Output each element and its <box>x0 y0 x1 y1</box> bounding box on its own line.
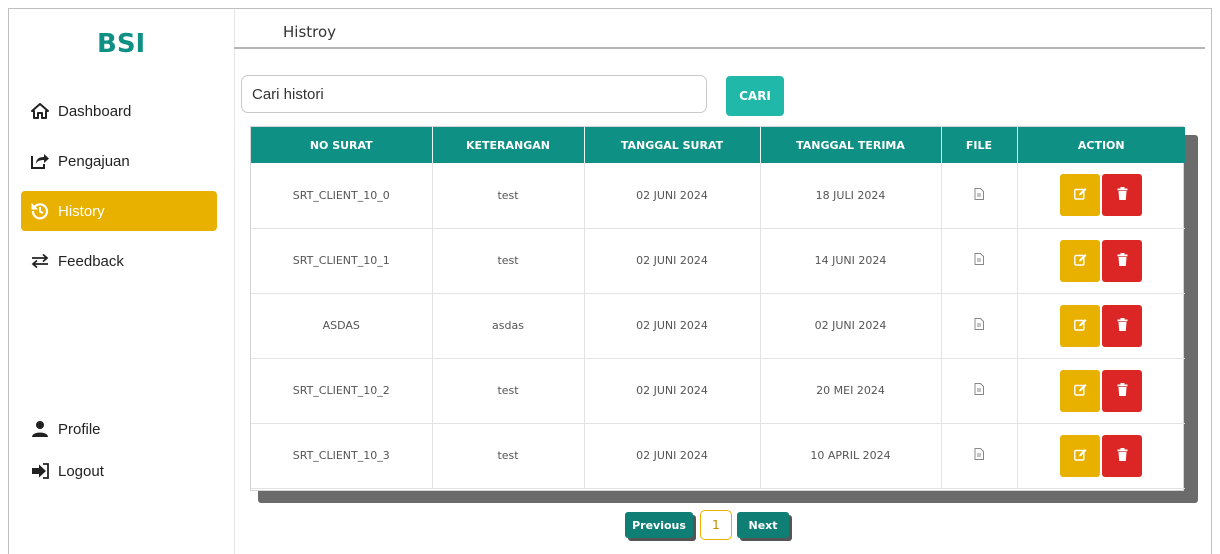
column-header-tanggal-surat: TANGGAL SURAT <box>584 127 761 163</box>
logout-icon <box>29 462 51 480</box>
cell-tanggal-terima: 18 JULI 2024 <box>760 163 942 229</box>
sidebar-item-label: Feedback <box>58 252 124 270</box>
column-header-no-surat: NO SURAT <box>251 127 433 163</box>
sidebar-item-label: Profile <box>58 420 101 438</box>
delete-button[interactable] <box>1102 304 1143 347</box>
search-input[interactable] <box>241 75 707 113</box>
cell-action <box>1017 293 1185 359</box>
cell-no-surat: SRT_CLIENT_10_3 <box>251 423 433 489</box>
table-row: SRT_CLIENT_10_0 test 02 JUNI 2024 18 JULI 2… <box>251 163 1185 229</box>
header-divider <box>234 47 1205 49</box>
cell-keterangan: test <box>432 228 585 294</box>
cell-tanggal-terima: 14 JUNI 2024 <box>760 228 942 294</box>
edit-icon <box>1073 448 1087 464</box>
brand-logo: BSI <box>97 29 146 59</box>
table-body: SRT_CLIENT_10_0 test 02 JUNI 2024 18 JULI 2… <box>251 163 1185 489</box>
sidebar-item-dashboard[interactable]: Dashboard <box>21 91 217 131</box>
home-icon <box>29 102 51 120</box>
file-icon[interactable] <box>974 383 984 395</box>
edit-icon <box>1073 253 1087 269</box>
delete-button[interactable] <box>1102 369 1143 412</box>
cell-no-surat: ASDAS <box>251 293 433 359</box>
history-table: NO SURAT KETERANGAN TANGGAL SURAT TANGGA… <box>250 126 1185 491</box>
file-icon[interactable] <box>974 448 984 460</box>
cell-no-surat: SRT_CLIENT_10_0 <box>251 163 433 229</box>
cell-tanggal-surat: 02 JUNI 2024 <box>584 423 761 489</box>
cell-file <box>941 423 1018 489</box>
table-row: SRT_CLIENT_10_3 test 02 JUNI 2024 10 APRIL … <box>251 423 1185 489</box>
cell-action <box>1017 423 1185 489</box>
table-row: ASDAS asdas 02 JUNI 2024 02 JUNI 2024 <box>251 293 1185 359</box>
cell-no-surat: SRT_CLIENT_10_2 <box>251 358 433 424</box>
table-row: SRT_CLIENT_10_1 test 02 JUNI 2024 14 JUNI 2… <box>251 228 1185 294</box>
edit-button[interactable] <box>1060 174 1101 217</box>
exchange-icon <box>29 252 51 270</box>
column-header-file: FILE <box>941 127 1018 163</box>
cell-tanggal-surat: 02 JUNI 2024 <box>584 358 761 424</box>
search-button[interactable]: CARI <box>726 76 784 116</box>
cell-keterangan: test <box>432 163 585 229</box>
trash-icon <box>1117 382 1128 399</box>
edit-button[interactable] <box>1060 434 1101 477</box>
file-icon[interactable] <box>974 187 984 200</box>
column-header-action: ACTION <box>1017 127 1185 163</box>
cell-tanggal-surat: 02 JUNI 2024 <box>584 293 761 359</box>
cell-action <box>1017 358 1185 424</box>
share-icon <box>29 152 51 170</box>
edit-icon <box>1073 318 1087 334</box>
edit-icon <box>1073 383 1087 399</box>
file-icon[interactable] <box>974 318 984 330</box>
delete-button[interactable] <box>1102 434 1143 477</box>
cell-tanggal-surat: 02 JUNI 2024 <box>584 163 761 229</box>
cell-file <box>941 293 1018 359</box>
sidebar-item-label: History <box>58 202 105 220</box>
trash-icon <box>1117 187 1128 203</box>
cell-file <box>941 358 1018 424</box>
cell-file <box>941 228 1018 294</box>
cell-file <box>941 163 1018 229</box>
user-icon <box>29 420 51 438</box>
cell-keterangan: test <box>432 358 585 424</box>
sidebar-item-label: Dashboard <box>58 102 132 120</box>
sidebar: BSI Dashboard Pengajuan History Feedback <box>9 9 234 554</box>
sidebar-item-label: Logout <box>58 462 104 480</box>
cell-keterangan: asdas <box>432 293 585 359</box>
page-title: Histroy <box>283 23 337 41</box>
sidebar-item-history[interactable]: History <box>21 191 217 231</box>
sidebar-item-feedback[interactable]: Feedback <box>21 241 217 281</box>
app-frame: BSI Dashboard Pengajuan History Feedback <box>8 8 1212 554</box>
edit-button[interactable] <box>1060 239 1101 282</box>
cell-keterangan: test <box>432 423 585 489</box>
sidebar-item-logout[interactable]: Logout <box>21 451 217 491</box>
sidebar-divider <box>234 9 235 554</box>
trash-icon <box>1117 447 1128 464</box>
column-header-keterangan: KETERANGAN <box>432 127 585 163</box>
edit-button[interactable] <box>1060 304 1101 347</box>
cell-tanggal-surat: 02 JUNI 2024 <box>584 228 761 294</box>
trash-icon <box>1117 252 1128 269</box>
cell-tanggal-terima: 02 JUNI 2024 <box>760 293 942 359</box>
cell-tanggal-terima: 20 MEI 2024 <box>760 358 942 424</box>
cell-no-surat: SRT_CLIENT_10_1 <box>251 228 433 294</box>
column-header-tanggal-terima: TANGGAL TERIMA <box>760 127 942 163</box>
sidebar-item-label: Pengajuan <box>58 152 130 170</box>
pagination-previous-button[interactable]: Previous <box>625 512 693 538</box>
cell-action <box>1017 228 1185 294</box>
pagination-page-current[interactable]: 1 <box>700 510 732 540</box>
edit-button[interactable] <box>1060 369 1101 412</box>
table-row: SRT_CLIENT_10_2 test 02 JUNI 2024 20 MEI 20… <box>251 358 1185 424</box>
pagination-next-button[interactable]: Next <box>737 512 789 538</box>
sidebar-item-pengajuan[interactable]: Pengajuan <box>21 141 217 181</box>
cell-tanggal-terima: 10 APRIL 2024 <box>760 423 942 489</box>
delete-button[interactable] <box>1102 239 1143 282</box>
table-header-row: NO SURAT KETERANGAN TANGGAL SURAT TANGGA… <box>251 127 1185 163</box>
cell-action <box>1017 163 1185 229</box>
edit-icon <box>1073 187 1087 203</box>
trash-icon <box>1117 317 1128 334</box>
sidebar-item-profile[interactable]: Profile <box>21 409 217 449</box>
file-icon[interactable] <box>974 253 984 265</box>
delete-button[interactable] <box>1102 174 1143 217</box>
history-icon <box>29 202 51 220</box>
